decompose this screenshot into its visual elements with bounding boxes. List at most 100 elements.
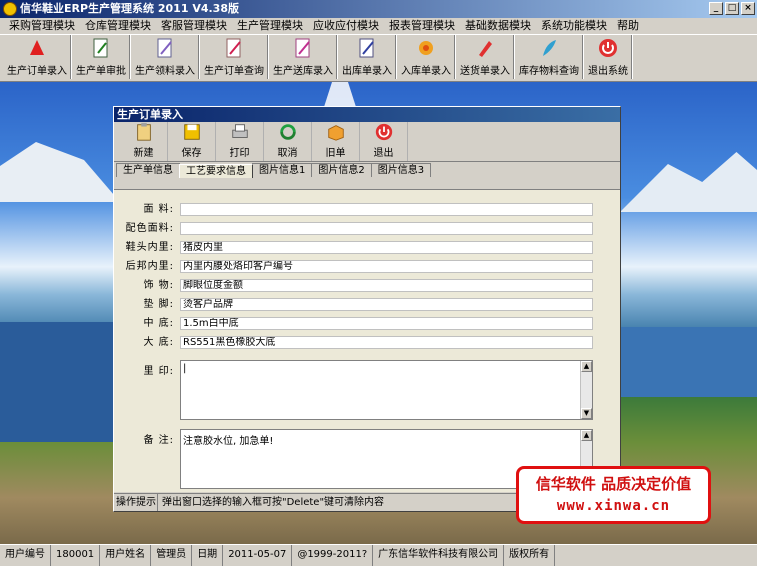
lake-right xyxy=(620,327,757,397)
toolbar-stock-delivery-button[interactable]: 生产送库录入 xyxy=(270,35,337,79)
midsole-input[interactable]: 1.5m白中底 xyxy=(180,317,593,330)
field-label: 垫 脚: xyxy=(143,299,174,310)
menu-purchase[interactable]: 采购管理模块 xyxy=(4,18,80,34)
field-label: 备 注: xyxy=(143,435,174,446)
user-id-label: 用户编号 xyxy=(0,545,51,566)
pdf-icon xyxy=(30,40,44,55)
child-window-title: 生产订单录入 xyxy=(114,107,620,122)
field-row-toe-lining: 鞋头内里: 猪皮内里 xyxy=(114,241,620,255)
floppy-icon xyxy=(183,124,200,140)
fabric-input[interactable] xyxy=(180,203,593,216)
status-bar: 用户编号 180001 用户姓名 管理员 日期 2011-05-07 @1999… xyxy=(0,544,757,566)
tab-process-requirements[interactable]: 工艺要求信息 xyxy=(179,164,253,178)
menu-system[interactable]: 系统功能模块 xyxy=(536,18,612,34)
lake-left xyxy=(0,322,120,442)
menu-warehouse[interactable]: 仓库管理模块 xyxy=(80,18,156,34)
hint-text: 弹出窗口选择的输入框可按"Delete"键可清除内容 xyxy=(162,497,385,508)
child-toolbar: 新建 保存 打印 取消 旧单 退出 xyxy=(114,122,620,162)
user-name-label: 用户姓名 xyxy=(100,545,152,566)
toolbar-exit-button[interactable]: 退出系统 xyxy=(585,35,632,79)
close-button[interactable]: × xyxy=(741,2,755,15)
title-bar: 信华鞋业ERP生产管理系统 2011 V4.38版 _ □ × xyxy=(0,0,757,18)
exit-button[interactable]: 退出 xyxy=(360,122,408,161)
field-label: 配色面料: xyxy=(125,223,174,234)
save-button[interactable]: 保存 xyxy=(168,122,216,161)
field-label: 鞋头内里: xyxy=(125,242,174,253)
note-text: 注意胶水位, 加急单! xyxy=(183,436,274,447)
minimize-button[interactable]: _ xyxy=(709,2,723,15)
field-label: 里 印: xyxy=(143,366,174,377)
field-label: 中 底: xyxy=(143,318,174,329)
color-fabric-input[interactable] xyxy=(180,222,593,235)
toolbar-order-entry-button[interactable]: 生产订单录入 xyxy=(4,35,71,79)
menu-receivable-payable[interactable]: 应收应付模块 xyxy=(308,18,384,34)
pen-icon xyxy=(479,41,492,57)
tab-image-3[interactable]: 图片信息3 xyxy=(370,163,432,177)
toolbar-delivery-note-button[interactable]: 送货单录入 xyxy=(457,35,514,79)
toe-lining-input[interactable]: 猪皮内里 xyxy=(180,241,593,254)
menu-customer-service[interactable]: 客服管理模块 xyxy=(156,18,232,34)
refresh-icon xyxy=(279,124,296,140)
imprint-scrollbar[interactable]: ▲ ▼ xyxy=(580,361,592,419)
outsole-input[interactable]: RS551黑色橡胶大底 xyxy=(180,336,593,349)
scroll-down-icon[interactable]: ▼ xyxy=(581,408,592,419)
date-label: 日期 xyxy=(192,545,224,566)
power-icon xyxy=(599,39,617,57)
banner-url: www.xinwa.cn xyxy=(556,498,671,514)
field-row-fabric: 面 料: xyxy=(114,203,620,217)
doc-edit-icon xyxy=(295,38,310,58)
hint-label: 操作提示 xyxy=(116,494,158,511)
copyright-years: @1999-2011? xyxy=(292,545,374,566)
date-value: 2011-05-07 xyxy=(223,545,293,566)
order-entry-window: 生产订单录入 新建 保存 打印 取消 旧单 退出 生产单信息 工艺要求信息 图片… xyxy=(113,106,621,512)
promo-banner: 信华软件 品质决定价值 www.xinwa.cn xyxy=(516,466,711,524)
imprint-text: | xyxy=(183,363,187,374)
field-label: 饰 物: xyxy=(143,280,174,291)
toolbar-order-approval-button[interactable]: 生产单审批 xyxy=(73,35,130,79)
new-button[interactable]: 新建 xyxy=(120,122,168,161)
doc-out-icon xyxy=(359,38,374,58)
toolbar-outbound-button[interactable]: 出库单录入 xyxy=(339,35,396,79)
print-button[interactable]: 打印 xyxy=(216,122,264,161)
old-order-button[interactable]: 旧单 xyxy=(312,122,360,161)
doc-pen-icon xyxy=(93,38,108,58)
field-row-outsole: 大 底: RS551黑色橡胶大底 xyxy=(114,336,620,350)
menu-production[interactable]: 生产管理模块 xyxy=(232,18,308,34)
mountain-right xyxy=(620,152,757,212)
mountain-left xyxy=(0,142,120,202)
tab-order-info[interactable]: 生产单信息 xyxy=(116,163,180,177)
menu-base-data[interactable]: 基础数据模块 xyxy=(460,18,536,34)
field-row-insole: 垫 脚: 烫客户品牌 xyxy=(114,298,620,312)
menu-reports[interactable]: 报表管理模块 xyxy=(384,18,460,34)
tab-image-1[interactable]: 图片信息1 xyxy=(252,163,313,177)
menu-help[interactable]: 帮助 xyxy=(612,18,644,34)
cancel-button[interactable]: 取消 xyxy=(264,122,312,161)
clipboard-icon xyxy=(136,122,151,141)
field-label: 大 底: xyxy=(143,337,174,348)
scroll-up-icon[interactable]: ▲ xyxy=(581,361,592,372)
insole-input[interactable]: 烫客户品牌 xyxy=(180,298,593,311)
toolbar-material-entry-button[interactable]: 生产领料录入 xyxy=(132,35,199,79)
ornament-input[interactable]: 脚眼位度金额 xyxy=(180,279,593,292)
tab-image-2[interactable]: 图片信息2 xyxy=(311,163,372,177)
field-label: 面 料: xyxy=(143,204,174,215)
maximize-button[interactable]: □ xyxy=(725,2,739,15)
rights-reserved: 版权所有 xyxy=(504,545,556,566)
banner-slogan: 信华软件 品质决定价值 xyxy=(535,475,692,493)
power-icon xyxy=(375,123,392,141)
field-row-heel-lining: 后邦内里: 内里内腰处烙印客户编号 xyxy=(114,260,620,274)
company-name: 广东信华软件科技有限公司 xyxy=(373,545,505,566)
flower-icon xyxy=(419,41,433,55)
heel-lining-input[interactable]: 内里内腰处烙印客户编号 xyxy=(180,260,593,273)
scroll-up-icon[interactable]: ▲ xyxy=(581,430,592,441)
printer-icon xyxy=(231,124,248,138)
toolbar-inbound-button[interactable]: 入库单录入 xyxy=(398,35,455,79)
toolbar-inventory-query-button[interactable]: 库存物料查询 xyxy=(516,35,583,79)
window-title: 信华鞋业ERP生产管理系统 2011 V4.38版 xyxy=(20,2,239,15)
field-row-color-fabric: 配色面料: xyxy=(114,222,620,236)
toolbar-order-query-button[interactable]: 生产订单查询 xyxy=(201,35,268,79)
user-name-value: 管理员 xyxy=(151,545,193,566)
field-row-midsole: 中 底: 1.5m白中底 xyxy=(114,317,620,331)
imprint-textarea[interactable]: | ▲ ▼ xyxy=(180,360,593,420)
field-label: 后邦内里: xyxy=(125,261,174,272)
